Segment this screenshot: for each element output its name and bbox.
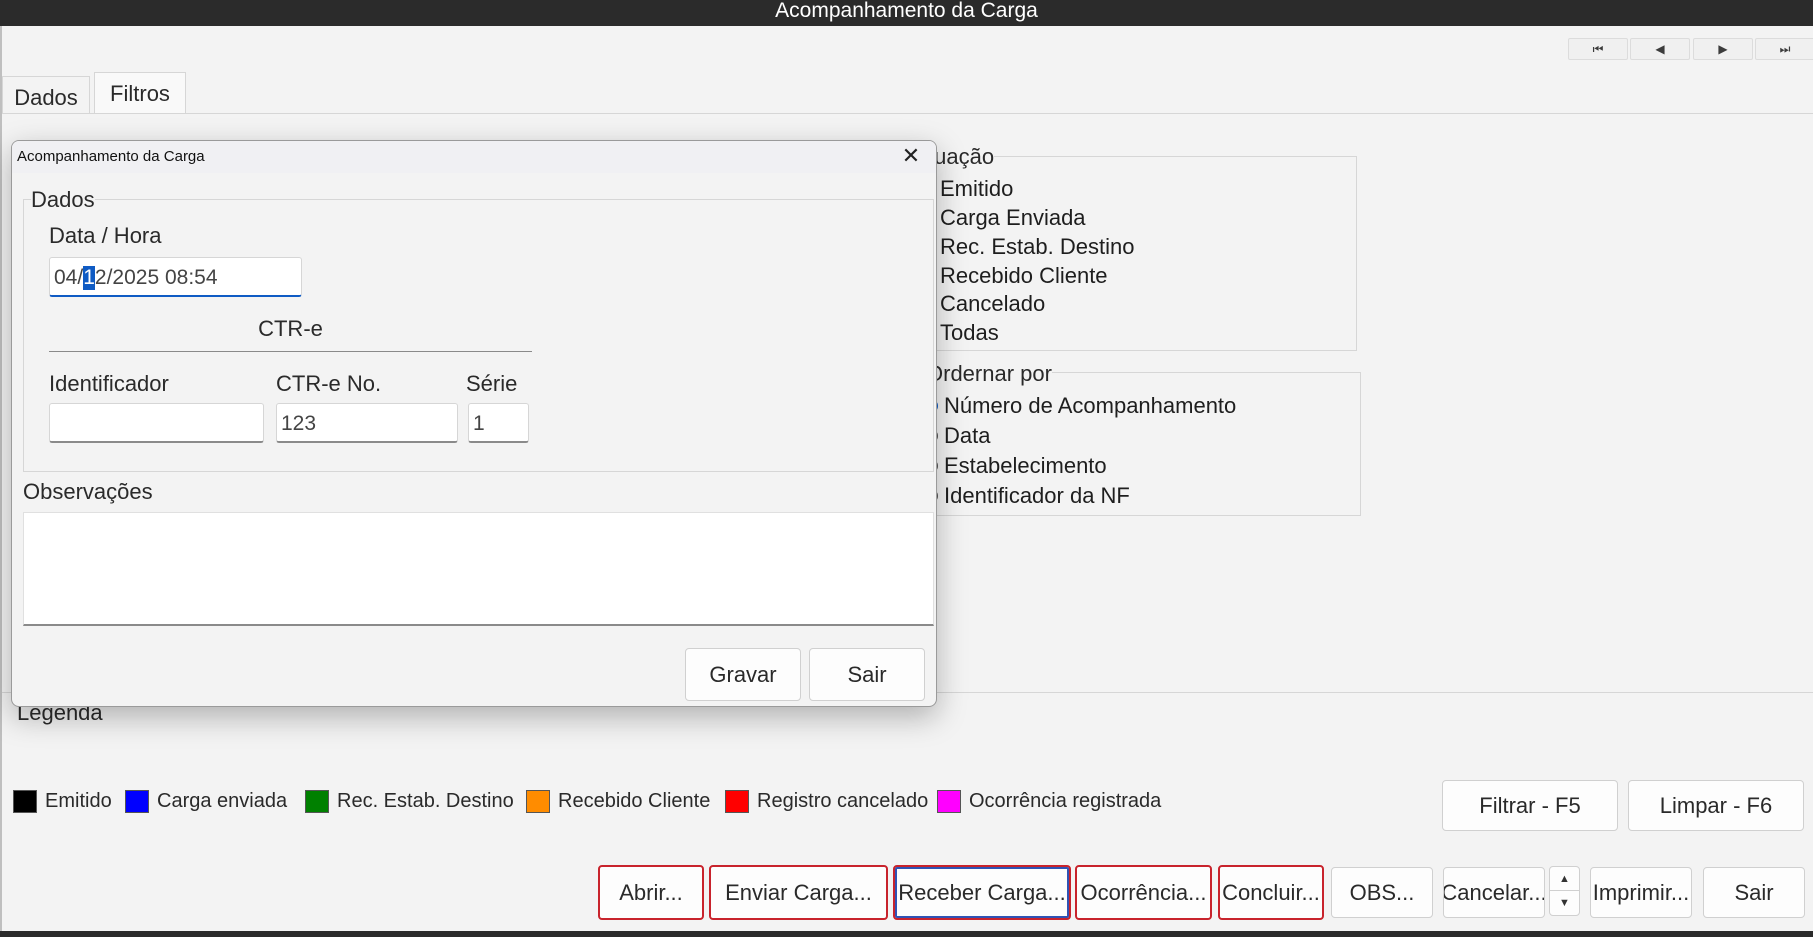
window-title: Acompanhamento da Carga — [775, 0, 1038, 22]
imprimir-button[interactable]: Imprimir... — [1590, 867, 1692, 918]
legend-swatch — [725, 790, 749, 813]
spinner-up-icon[interactable]: ▲ — [1550, 867, 1579, 891]
limpar-button[interactable]: Limpar - F6 — [1628, 780, 1804, 831]
radio-situacao-cancelado[interactable]: Cancelado — [920, 290, 1045, 318]
legend-carga-enviada: Carga enviada — [125, 790, 287, 813]
legend-swatch — [526, 790, 550, 813]
cancelar-spinner[interactable]: ▲ ▼ — [1549, 866, 1580, 916]
close-icon[interactable]: ✕ — [900, 145, 922, 168]
legend-swatch — [937, 790, 961, 813]
tab-dados[interactable]: Dados — [2, 76, 90, 114]
observacoes-label: Observações — [23, 479, 153, 504]
nav-last-button[interactable]: ⏭ — [1755, 38, 1813, 60]
identificador-label: Identificador — [49, 371, 169, 396]
ctre-no-input[interactable]: 123 — [276, 403, 458, 443]
radio-ordenar-identificador-nf[interactable]: Identificador da NF — [924, 482, 1130, 510]
legend-registro-cancelado: Registro cancelado — [725, 790, 928, 813]
first-record-icon: ⏮ — [1592, 42, 1604, 56]
datetime-input[interactable]: 04/12/2025 08:54 — [49, 257, 302, 297]
ctre-header: CTR-e — [258, 316, 323, 341]
abrir-button[interactable]: Abrir... — [598, 865, 704, 920]
ordenar-group-label: Ordernar por — [926, 361, 1052, 387]
radio-situacao-rec-estab-destino[interactable]: Rec. Estab. Destino — [920, 233, 1134, 261]
radio-situacao-recebido-cliente[interactable]: Recebido Cliente — [920, 262, 1108, 290]
serie-label: Série — [466, 371, 518, 396]
dialog-title-bar: Acompanhamento da Carga — [12, 141, 936, 173]
legend-recebido-cliente: Recebido Cliente — [526, 790, 710, 813]
legend-swatch — [13, 790, 37, 813]
prev-record-icon: ◀ — [1655, 42, 1665, 56]
dialog-dados-label: Dados — [31, 187, 95, 213]
legend-emitido: Emitido — [13, 790, 112, 813]
identificador-input[interactable] — [49, 403, 264, 443]
situacao-group-label: tuação — [928, 144, 995, 170]
legend-swatch — [125, 790, 149, 813]
nav-next-button[interactable]: ▶ — [1693, 38, 1753, 60]
next-record-icon: ▶ — [1718, 42, 1728, 56]
radio-ordenar-numero[interactable]: Número de Acompanhamento — [924, 392, 1236, 420]
cancelar-button[interactable]: Cancelar... — [1443, 867, 1545, 918]
serie-input[interactable]: 1 — [468, 403, 529, 443]
ocorrencia-button[interactable]: Ocorrência... — [1075, 865, 1212, 920]
nav-first-button[interactable]: ⏮ — [1568, 38, 1628, 60]
window-bottom-edge — [0, 931, 1813, 937]
legend-rec-estab-destino: Rec. Estab. Destino — [305, 790, 514, 813]
legend-ocorrencia-registrada: Ocorrência registrada — [937, 790, 1161, 813]
observacoes-textarea[interactable] — [23, 512, 934, 626]
radio-ordenar-estabelecimento[interactable]: Estabelecimento — [924, 452, 1107, 480]
gravar-button[interactable]: Gravar — [685, 648, 801, 701]
ctre-divider — [49, 351, 532, 352]
nav-prev-button[interactable]: ◀ — [1630, 38, 1690, 60]
datetime-label: Data / Hora — [49, 223, 162, 248]
tab-filtros-label: Filtros — [110, 81, 170, 106]
text-selection: 1 — [83, 266, 95, 290]
filtrar-button[interactable]: Filtrar - F5 — [1442, 780, 1618, 831]
spinner-down-icon[interactable]: ▼ — [1550, 891, 1579, 915]
enviar-carga-button[interactable]: Enviar Carga... — [709, 865, 888, 920]
radio-situacao-carga-enviada[interactable]: Carga Enviada — [920, 204, 1086, 232]
sair-button[interactable]: Sair — [1703, 867, 1805, 918]
dialog-title: Acompanhamento da Carga — [17, 148, 205, 165]
obs-button[interactable]: OBS... — [1331, 867, 1433, 918]
legend-swatch — [305, 790, 329, 813]
window-title-bar: Acompanhamento da Carga — [0, 0, 1813, 26]
tab-filtros[interactable]: Filtros — [94, 72, 186, 114]
dialog-sair-button[interactable]: Sair — [809, 648, 925, 701]
acompanhamento-dialog: Acompanhamento da Carga ✕ Dados Data / H… — [11, 140, 937, 707]
tab-dados-label: Dados — [14, 85, 78, 110]
receber-carga-button[interactable]: Receber Carga... — [893, 865, 1071, 920]
last-record-icon: ⏭ — [1779, 42, 1791, 56]
concluir-button[interactable]: Concluir... — [1218, 865, 1324, 920]
ctre-no-label: CTR-e No. — [276, 371, 382, 396]
